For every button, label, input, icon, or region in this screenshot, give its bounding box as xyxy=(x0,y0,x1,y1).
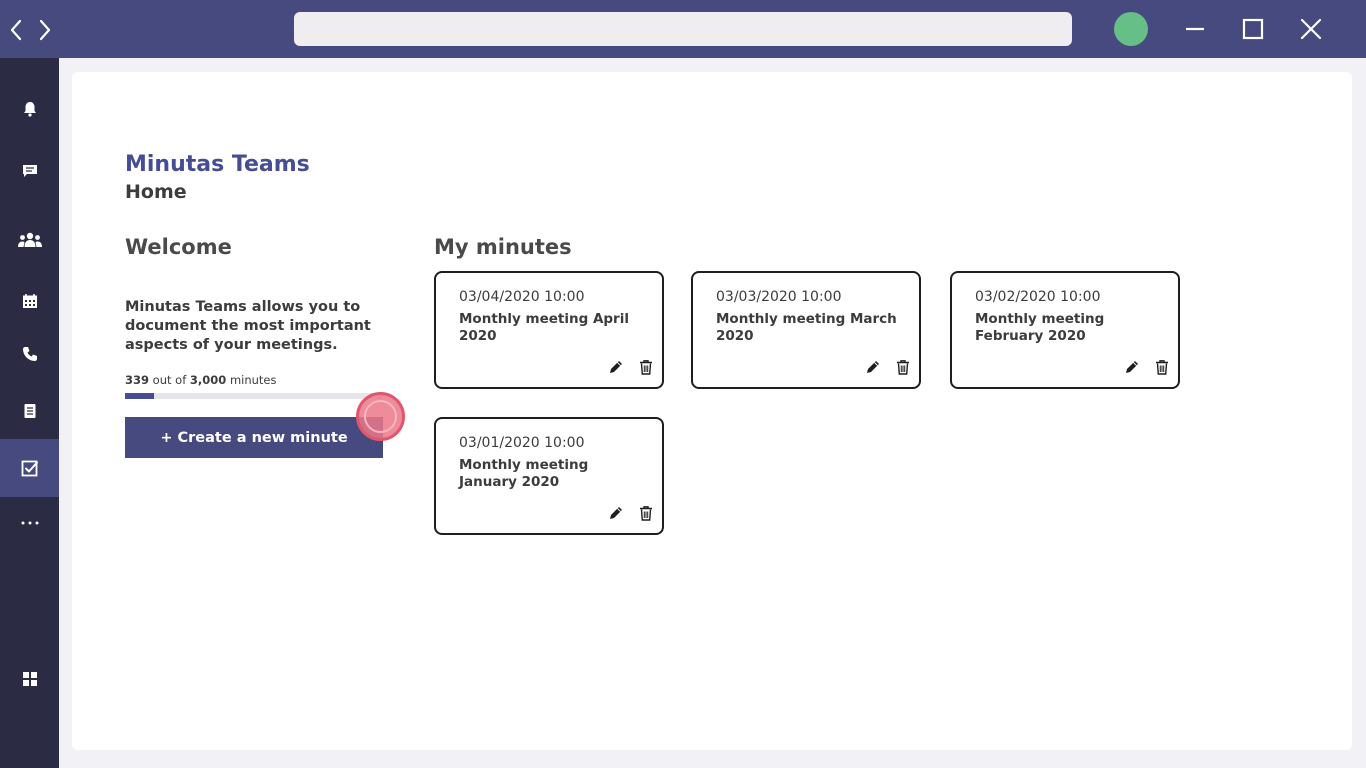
document-icon xyxy=(24,404,35,418)
usage-used: 339 xyxy=(125,373,150,387)
avatar[interactable] xyxy=(1114,12,1148,46)
minutes-title: My minutes xyxy=(434,235,572,259)
minute-title: Monthly meeting April 2020 xyxy=(459,311,629,344)
welcome-title: Welcome xyxy=(125,235,232,259)
teams-icon xyxy=(17,232,42,247)
edit-minute-button[interactable] xyxy=(607,358,625,376)
forward-button[interactable] xyxy=(35,16,55,44)
delete-minute-button[interactable] xyxy=(637,358,655,376)
sidebar-item-minutas[interactable] xyxy=(0,439,59,497)
trash-icon xyxy=(1156,360,1168,375)
pencil-icon xyxy=(610,361,622,373)
chat-icon xyxy=(22,165,37,177)
minute-date: 03/01/2020 10:00 xyxy=(459,435,585,451)
sidebar-item-files[interactable] xyxy=(0,382,59,440)
page-title: Home xyxy=(125,181,187,203)
title-bar xyxy=(0,0,1366,58)
create-minute-button[interactable]: + Create a new minute xyxy=(125,417,383,458)
minute-date: 03/02/2020 10:00 xyxy=(975,289,1101,305)
edit-minute-button[interactable] xyxy=(607,504,625,522)
sidebar-item-calendar[interactable] xyxy=(0,272,59,330)
minute-date: 03/04/2020 10:00 xyxy=(459,289,585,305)
minute-date: 03/03/2020 10:00 xyxy=(716,289,842,305)
sidebar-item-apps[interactable] xyxy=(0,650,59,708)
chevron-left-icon xyxy=(10,19,22,41)
trash-icon xyxy=(640,506,652,521)
usage-unit: minutes xyxy=(229,373,277,387)
close-button[interactable] xyxy=(1297,15,1325,43)
sidebar-item-chat[interactable] xyxy=(0,142,59,200)
app-title: Minutas Teams xyxy=(125,152,310,177)
usage-progress-fill xyxy=(125,393,155,399)
usage-connector: out of xyxy=(152,373,187,387)
sidebar-item-teams[interactable] xyxy=(0,211,59,269)
more-icon xyxy=(21,521,38,525)
delete-minute-button[interactable] xyxy=(637,504,655,522)
delete-minute-button[interactable] xyxy=(1153,358,1171,376)
sidebar xyxy=(0,58,59,768)
minute-title: Monthly meeting March 2020 xyxy=(716,311,897,344)
chevron-right-icon xyxy=(39,19,51,41)
pencil-icon xyxy=(867,361,879,373)
minute-card[interactable]: 03/03/2020 10:00 Monthly meeting March 2… xyxy=(691,271,921,389)
back-button[interactable] xyxy=(6,16,26,44)
delete-minute-button[interactable] xyxy=(894,358,912,376)
pencil-icon xyxy=(610,507,622,519)
minute-title: Monthly meeting January 2020 xyxy=(459,457,589,490)
maximize-icon xyxy=(1242,18,1264,40)
minute-title: Monthly meeting February 2020 xyxy=(975,311,1105,344)
edit-minute-button[interactable] xyxy=(1123,358,1141,376)
trash-icon xyxy=(640,360,652,375)
calendar-icon xyxy=(22,294,37,308)
usage-total: 3,000 xyxy=(189,373,227,387)
sidebar-item-more[interactable] xyxy=(0,494,59,552)
main-content: Minutas Teams Home Welcome Minutas Teams… xyxy=(72,72,1352,750)
checkbox-icon xyxy=(21,460,38,477)
search-input[interactable] xyxy=(294,12,1072,46)
edit-minute-button[interactable] xyxy=(864,358,882,376)
sidebar-item-calls[interactable] xyxy=(0,325,59,383)
usage-text: 339 out of 3,000 minutes xyxy=(125,373,277,387)
sidebar-item-activity[interactable] xyxy=(0,80,59,138)
usage-progress-bar xyxy=(125,393,383,399)
minute-card[interactable]: 03/04/2020 10:00 Monthly meeting April 2… xyxy=(434,271,664,389)
minute-card[interactable]: 03/01/2020 10:00 Monthly meeting January… xyxy=(434,417,664,535)
maximize-button[interactable] xyxy=(1239,15,1267,43)
minute-card[interactable]: 03/02/2020 10:00 Monthly meeting Februar… xyxy=(950,271,1180,389)
pencil-icon xyxy=(1126,361,1138,373)
minimize-button[interactable] xyxy=(1181,15,1209,43)
close-icon xyxy=(1300,18,1322,40)
bell-icon xyxy=(23,102,36,117)
welcome-description: Minutas Teams allows you to document the… xyxy=(125,299,371,353)
phone-icon xyxy=(22,347,37,361)
minimize-icon xyxy=(1186,27,1204,31)
apps-icon xyxy=(22,672,37,686)
trash-icon xyxy=(897,360,909,375)
